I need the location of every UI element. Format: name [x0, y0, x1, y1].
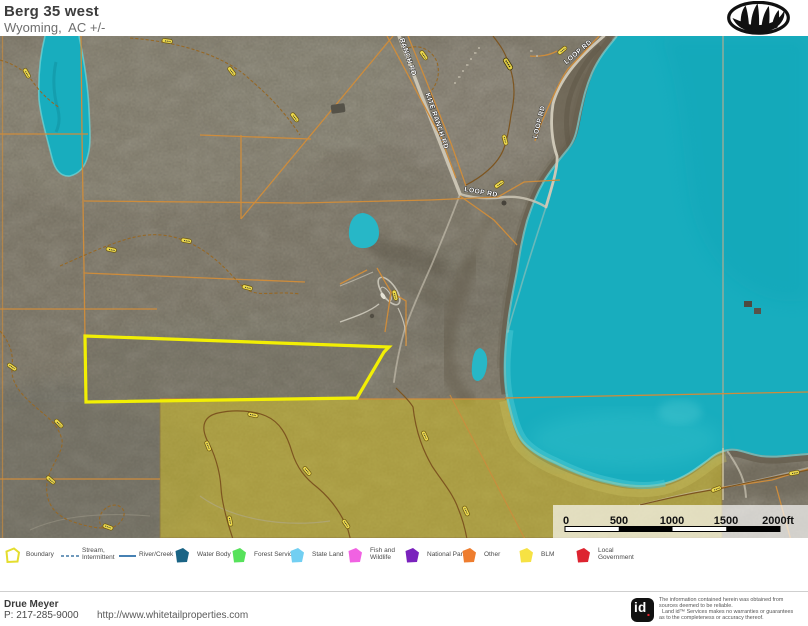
svg-text:2000ft: 2000ft — [762, 515, 794, 527]
svg-text:500: 500 — [610, 515, 628, 527]
svg-text:0: 0 — [563, 515, 569, 527]
svg-text:1500: 1500 — [714, 515, 738, 527]
svg-text:1000: 1000 — [660, 515, 684, 527]
